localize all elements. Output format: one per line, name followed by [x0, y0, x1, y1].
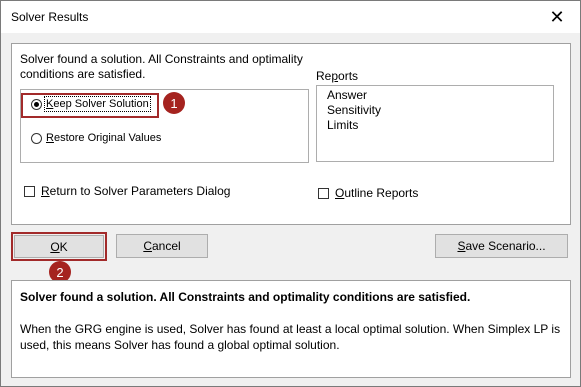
report-item-limits[interactable]: Limits — [317, 118, 553, 133]
callout-marker-1: 1 — [163, 92, 185, 114]
reports-list[interactable]: Answer Sensitivity Limits — [316, 85, 554, 162]
ok-button[interactable]: OK — [14, 235, 104, 258]
return-to-parameters-option[interactable]: Return to Solver Parameters Dialog — [24, 184, 230, 198]
restore-values-option[interactable]: Restore Original Values — [31, 132, 161, 144]
window-title: Solver Results — [11, 10, 89, 24]
restore-values-radio[interactable] — [31, 132, 42, 144]
result-title: Solver found a solution. All Constraints… — [20, 290, 471, 304]
reports-label: Reports — [316, 69, 359, 83]
outline-reports-label: Outline Reports — [335, 186, 419, 200]
cancel-button[interactable]: Cancel — [116, 234, 208, 258]
result-description-panel: Solver found a solution. All Constraints… — [11, 280, 571, 378]
solution-message: Solver found a solution. All Constraints… — [20, 52, 303, 81]
close-button[interactable]: ✕ — [534, 1, 580, 33]
report-item-answer[interactable]: Answer — [317, 88, 553, 103]
outline-reports-checkbox[interactable] — [318, 187, 329, 199]
save-scenario-button[interactable]: Save Scenario... — [435, 234, 568, 258]
solver-results-dialog: Solver Results ✕ Solver found a solution… — [0, 0, 581, 387]
result-description: When the GRG engine is used, Solver has … — [20, 322, 561, 352]
restore-values-label: Restore Original Values — [46, 132, 162, 144]
keep-solution-highlight — [21, 93, 159, 118]
options-panel: Solver found a solution. All Constraints… — [11, 43, 571, 225]
close-icon: ✕ — [549, 6, 565, 27]
title-bar: Solver Results ✕ — [1, 1, 580, 33]
outline-reports-option[interactable]: Outline Reports — [318, 186, 418, 200]
report-item-sensitivity[interactable]: Sensitivity — [317, 103, 553, 118]
return-to-parameters-checkbox[interactable] — [24, 185, 35, 197]
return-to-parameters-label: Return to Solver Parameters Dialog — [41, 184, 231, 198]
